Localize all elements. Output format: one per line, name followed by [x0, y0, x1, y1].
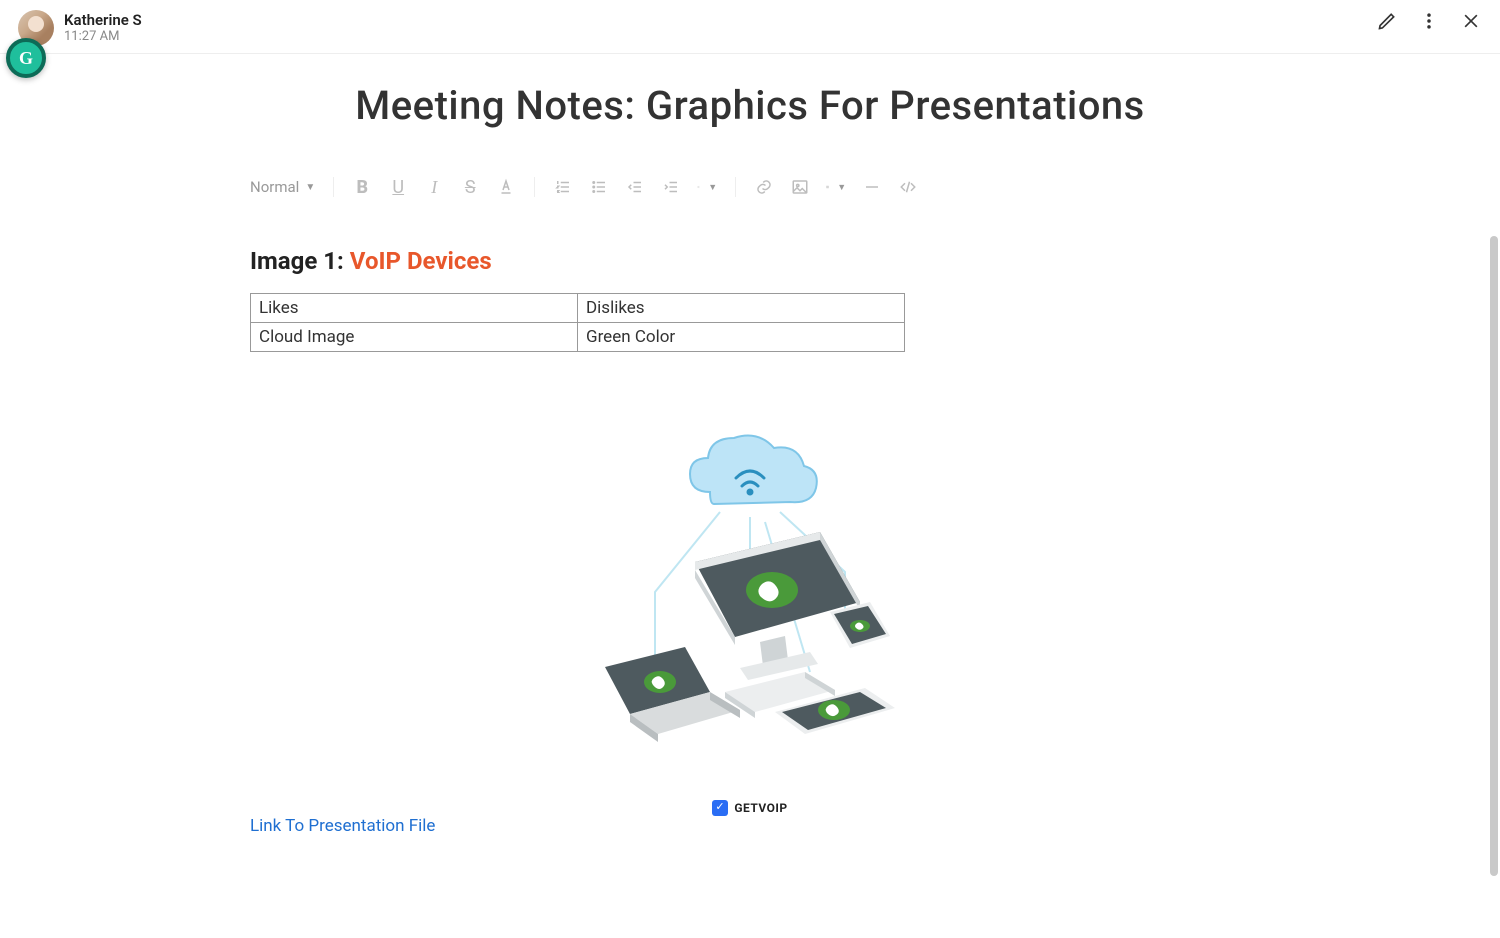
- underline-icon[interactable]: U: [388, 177, 408, 197]
- scrollbar[interactable]: [1490, 236, 1498, 876]
- presentation-link[interactable]: Link To Presentation File: [250, 816, 1250, 836]
- table-cell[interactable]: Dislikes: [578, 294, 905, 323]
- heading-link[interactable]: VoIP Devices: [350, 247, 492, 275]
- strikethrough-icon[interactable]: S: [460, 177, 480, 197]
- code-icon[interactable]: [898, 177, 918, 197]
- message-time: 11:27 AM: [64, 29, 142, 45]
- table-icon[interactable]: ▼: [826, 177, 846, 197]
- check-badge-icon: [712, 800, 728, 816]
- grammarly-badge-icon[interactable]: G: [6, 38, 46, 78]
- feedback-table: Likes Dislikes Cloud Image Green Color: [250, 293, 905, 352]
- close-icon[interactable]: [1460, 10, 1482, 32]
- format-dropdown[interactable]: Normal ▼: [250, 178, 315, 196]
- unordered-list-icon[interactable]: [589, 177, 609, 197]
- user-name: Katherine S: [64, 11, 142, 29]
- indent-icon[interactable]: [661, 177, 681, 197]
- table-cell[interactable]: Cloud Image: [251, 323, 578, 352]
- align-dropdown[interactable]: ▼: [697, 177, 717, 197]
- ordered-list-icon[interactable]: [553, 177, 573, 197]
- message-header: Katherine S 11:27 AM: [0, 0, 1500, 54]
- document: Meeting Notes: Graphics For Presentation…: [240, 54, 1260, 836]
- page-title: Meeting Notes: Graphics For Presentation…: [240, 82, 1260, 129]
- bold-icon[interactable]: B: [352, 177, 372, 197]
- table-cell[interactable]: Green Color: [578, 323, 905, 352]
- toolbar-separator: [333, 177, 334, 197]
- table-cell[interactable]: Likes: [251, 294, 578, 323]
- link-icon[interactable]: [754, 177, 774, 197]
- table-row: Likes Dislikes: [251, 294, 905, 323]
- toolbar-separator: [735, 177, 736, 197]
- italic-icon[interactable]: I: [424, 177, 444, 197]
- illustration-tag-text: GETVOIP: [734, 801, 787, 815]
- image-icon[interactable]: [790, 177, 810, 197]
- heading-prefix: Image 1:: [250, 247, 350, 275]
- outdent-icon[interactable]: [625, 177, 645, 197]
- section-heading: Image 1: VoIP Devices: [250, 247, 1250, 275]
- user-meta: Katherine S 11:27 AM: [64, 11, 142, 45]
- toolbar-separator: [534, 177, 535, 197]
- illustration-tag: GETVOIP: [550, 800, 950, 816]
- divider-icon[interactable]: [862, 177, 882, 197]
- document-body[interactable]: Image 1: VoIP Devices Likes Dislikes Clo…: [240, 211, 1260, 836]
- table-row: Cloud Image Green Color: [251, 323, 905, 352]
- edit-icon[interactable]: [1376, 10, 1398, 32]
- chevron-down-icon: ▼: [305, 182, 315, 193]
- format-label: Normal: [250, 178, 299, 196]
- more-icon[interactable]: [1418, 10, 1440, 32]
- voip-illustration: GETVOIP: [550, 412, 950, 792]
- editor-toolbar: Normal ▼ B U I S ▼ ▼: [240, 177, 1260, 211]
- text-color-icon[interactable]: [496, 177, 516, 197]
- header-actions: [1376, 10, 1482, 32]
